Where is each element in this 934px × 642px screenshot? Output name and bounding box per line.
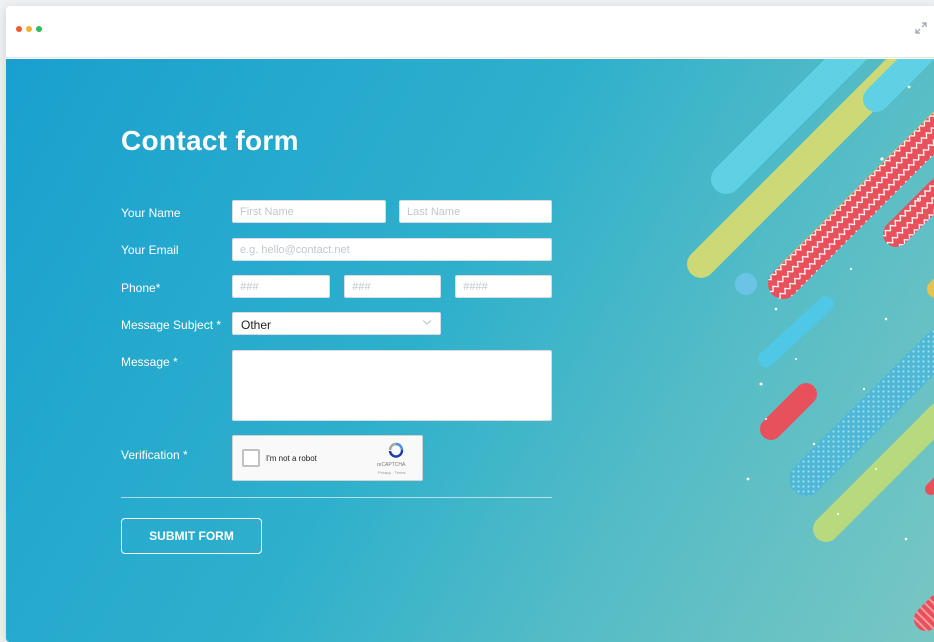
your-email-label: Your Email [121,243,179,257]
phone-line-number-input[interactable] [455,275,552,298]
recaptcha-widget: I'm not a robot reCAPTCHA Privacy · Term… [232,435,423,481]
recaptcha-terms-links[interactable]: Privacy · Terms [378,470,405,475]
message-subject-select[interactable]: Other [232,312,441,335]
recaptcha-logo-icon [387,442,405,458]
form-divider [121,497,552,498]
window-titlebar [6,6,934,58]
message-textarea[interactable] [232,350,552,421]
phone-prefix-input[interactable] [344,275,441,298]
phone-label: Phone* [121,281,161,295]
recaptcha-brand: reCAPTCHA [377,462,406,468]
verification-label: Verification * [121,448,188,462]
form-background: Contact form Your Name Your Email Phone*… [6,59,934,642]
submit-form-button[interactable]: SUBMIT FORM [121,518,262,554]
maximize-window-dot[interactable] [36,26,42,32]
recaptcha-checkbox[interactable] [242,449,260,467]
expand-icon[interactable] [914,21,928,35]
selected-subject: Other [241,318,272,332]
close-window-dot[interactable] [16,26,22,32]
chevron-down-icon [422,317,432,330]
page-title: Contact form [121,125,299,156]
phone-area-code-input[interactable] [232,275,330,298]
your-name-label: Your Name [121,206,181,220]
message-label: Message * [121,355,178,369]
last-name-input[interactable] [399,200,552,223]
minimize-window-dot[interactable] [26,26,32,32]
browser-window: Contact form Your Name Your Email Phone*… [6,6,934,642]
first-name-input[interactable] [232,200,386,223]
recaptcha-text: I'm not a robot [266,454,317,463]
email-input[interactable] [232,238,552,261]
message-subject-label: Message Subject * [121,318,222,332]
